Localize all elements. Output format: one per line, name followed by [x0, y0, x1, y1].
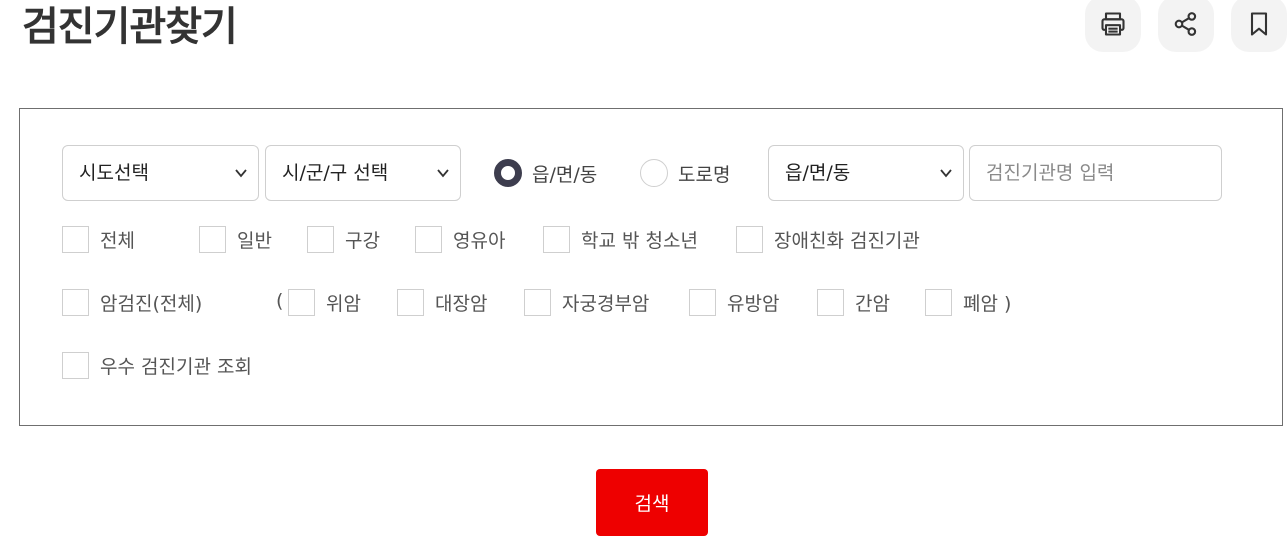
checkbox-excellent-institutions[interactable]: 우수 검진기관 조회: [62, 352, 252, 379]
checkbox-box: [736, 226, 763, 253]
radio-unchecked-icon: [640, 159, 668, 187]
checkbox-label: 암검진(전체): [100, 293, 203, 315]
checkbox-label: 자궁경부암: [562, 293, 650, 315]
sigungu-select-value: 시/군/구 선택: [282, 162, 389, 184]
sido-select[interactable]: 시도선택: [62, 145, 259, 201]
radio-checked-icon: [494, 159, 522, 187]
share-icon: [1174, 12, 1197, 36]
checkbox-label: 간암: [855, 293, 890, 315]
checkbox-box: [199, 226, 226, 253]
checkbox-box: [543, 226, 570, 253]
radio-eupmyeondong[interactable]: 읍/면/동: [494, 159, 597, 187]
checkbox-label: 구강: [345, 230, 380, 252]
page-actions: [1085, 0, 1287, 52]
checkbox-disability-friendly[interactable]: 장애친화 검진기관: [736, 226, 920, 253]
checkbox-oral[interactable]: 구강: [307, 226, 380, 253]
checkbox-box: [397, 289, 424, 316]
printer-icon: [1101, 12, 1125, 36]
checkbox-label: 위암: [326, 293, 361, 315]
checkbox-label: 유방암: [727, 293, 780, 315]
checkbox-label: 학교 밖 청소년: [581, 230, 698, 252]
checkbox-label: 대장암: [435, 293, 488, 315]
checkbox-box: [415, 226, 442, 253]
sido-select-value: 시도선택: [79, 162, 149, 184]
checkbox-colon-cancer[interactable]: 대장암: [397, 289, 487, 316]
print-button[interactable]: [1085, 0, 1141, 52]
checkbox-infant[interactable]: 영유아: [415, 226, 505, 253]
paren-open: (: [276, 290, 284, 312]
institution-name-input[interactable]: [969, 145, 1222, 201]
checkbox-box: [307, 226, 334, 253]
radio-doromyeong[interactable]: 도로명: [640, 159, 730, 187]
checkbox-label: 영유아: [453, 230, 506, 252]
checkbox-box: [689, 289, 716, 316]
checkbox-stomach-cancer[interactable]: 위암: [288, 289, 361, 316]
checkbox-lung-cancer[interactable]: 폐암 ): [925, 289, 1011, 316]
checkbox-label: 폐암 ): [963, 293, 1012, 315]
checkbox-box: [817, 289, 844, 316]
checkbox-general[interactable]: 일반: [199, 226, 272, 253]
checkbox-box: [62, 289, 89, 316]
search-button[interactable]: 검색: [596, 469, 708, 536]
chevron-down-icon: [235, 169, 247, 178]
checkbox-label: 전체: [100, 230, 135, 252]
page-title: 검진기관찾기: [22, 4, 238, 50]
checkbox-box: [524, 289, 551, 316]
search-filter-panel: 시도선택 시/군/구 선택 읍/면/동 도로명 읍/면/동 전체 일반 구강 영…: [19, 108, 1283, 426]
checkbox-box: [288, 289, 315, 316]
dong-select[interactable]: 읍/면/동: [768, 145, 964, 201]
chevron-down-icon: [437, 169, 449, 178]
chevron-down-icon: [940, 169, 952, 178]
checkbox-out-of-school-youth[interactable]: 학교 밖 청소년: [543, 226, 698, 253]
bookmark-icon: [1250, 12, 1268, 36]
dong-select-value: 읍/면/동: [785, 162, 851, 184]
checkbox-cervical-cancer[interactable]: 자궁경부암: [524, 289, 649, 316]
checkbox-label: 우수 검진기관 조회: [100, 356, 252, 378]
checkbox-box: [62, 226, 89, 253]
checkbox-box: [925, 289, 952, 316]
checkbox-label: 장애친화 검진기관: [774, 230, 920, 252]
radio-doromyeong-label: 도로명: [678, 163, 731, 186]
checkbox-cancer-all[interactable]: 암검진(전체): [62, 289, 202, 316]
checkbox-label: 일반: [237, 230, 272, 252]
bookmark-button[interactable]: [1231, 0, 1287, 52]
checkbox-liver-cancer[interactable]: 간암: [817, 289, 890, 316]
share-button[interactable]: [1158, 0, 1214, 52]
checkbox-all[interactable]: 전체: [62, 226, 135, 253]
checkbox-box: [62, 352, 89, 379]
radio-eupmyeondong-label: 읍/면/동: [532, 163, 598, 186]
sigungu-select[interactable]: 시/군/구 선택: [265, 145, 461, 201]
checkbox-breast-cancer[interactable]: 유방암: [689, 289, 779, 316]
